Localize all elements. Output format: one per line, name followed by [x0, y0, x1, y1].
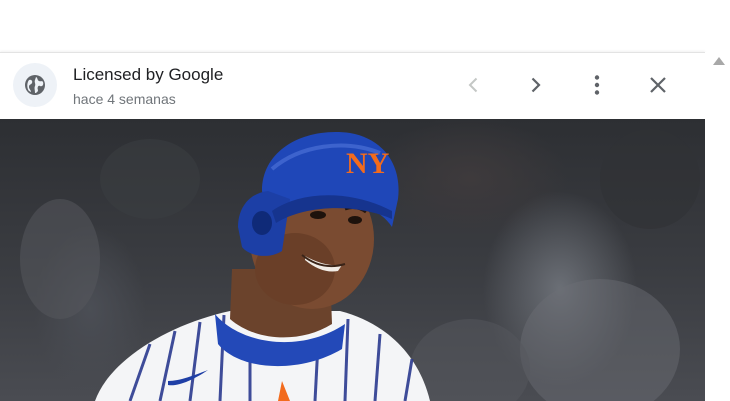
more-vert-icon: [594, 75, 600, 95]
preview-image[interactable]: NY: [0, 119, 705, 401]
scroll-up-arrow-icon[interactable]: [713, 57, 725, 65]
time-label: hace 4 semanas: [73, 91, 176, 107]
image-viewer-panel: Licensed by Google hace 4 semanas NY: [0, 52, 705, 401]
previous-button[interactable]: [456, 67, 492, 103]
helmet-logo: NY: [346, 147, 390, 180]
baseball-player-photo: NY: [20, 129, 700, 401]
top-blank-area: [0, 0, 730, 52]
source-label[interactable]: Licensed by Google: [73, 65, 223, 85]
scrollbar[interactable]: [705, 52, 730, 400]
close-button[interactable]: [640, 67, 676, 103]
chevron-right-icon: [531, 77, 541, 93]
viewer-header: Licensed by Google hace 4 semanas: [0, 53, 705, 119]
more-options-button[interactable]: [579, 67, 615, 103]
next-button[interactable]: [517, 67, 553, 103]
globe-icon: [13, 63, 57, 107]
close-icon: [650, 77, 666, 93]
chevron-left-icon: [468, 77, 478, 93]
